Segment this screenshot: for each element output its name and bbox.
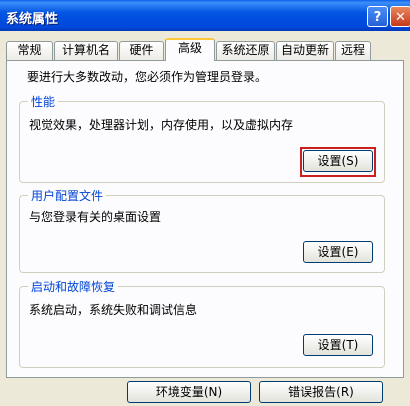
- tab-system-restore[interactable]: 系统还原: [216, 41, 275, 60]
- user-profiles-settings-button[interactable]: 设置(E): [303, 241, 373, 263]
- tab-advanced[interactable]: 高级: [165, 38, 215, 61]
- help-button[interactable]: ?: [367, 6, 388, 27]
- title-bar: 系统属性 ? ✕: [0, 0, 410, 31]
- environment-variables-button[interactable]: 环境变量(N): [127, 381, 251, 403]
- tab-remote[interactable]: 远程: [335, 41, 371, 60]
- tab-general[interactable]: 常规: [6, 41, 53, 60]
- group-performance-description: 视觉效果，处理器计划，内存使用，以及虚拟内存: [29, 118, 294, 132]
- group-user-profiles-description: 与您登录有关的桌面设置: [29, 210, 162, 224]
- startup-recovery-settings-button[interactable]: 设置(T): [303, 334, 373, 356]
- admin-note: 要进行大多数改动，您必须作为管理员登录。: [27, 70, 268, 84]
- group-startup-recovery-label: 启动和故障恢复: [28, 278, 119, 295]
- close-button[interactable]: ✕: [390, 6, 410, 27]
- group-user-profiles-label: 用户配置文件: [28, 187, 107, 204]
- tab-strip: 常规 计算机名 硬件 高级 系统还原 自动更新 远程: [0, 38, 410, 61]
- group-startup-recovery-description: 系统启动，系统失败和调试信息: [29, 303, 198, 317]
- tab-automatic-updates[interactable]: 自动更新: [276, 41, 334, 60]
- group-performance-label: 性能: [28, 93, 59, 110]
- window-title: 系统属性: [6, 12, 59, 27]
- tab-computer-name[interactable]: 计算机名: [54, 41, 118, 60]
- error-reporting-button[interactable]: 错误报告(R): [259, 381, 383, 403]
- highlight-box: [300, 147, 376, 177]
- tab-hardware[interactable]: 硬件: [119, 41, 164, 60]
